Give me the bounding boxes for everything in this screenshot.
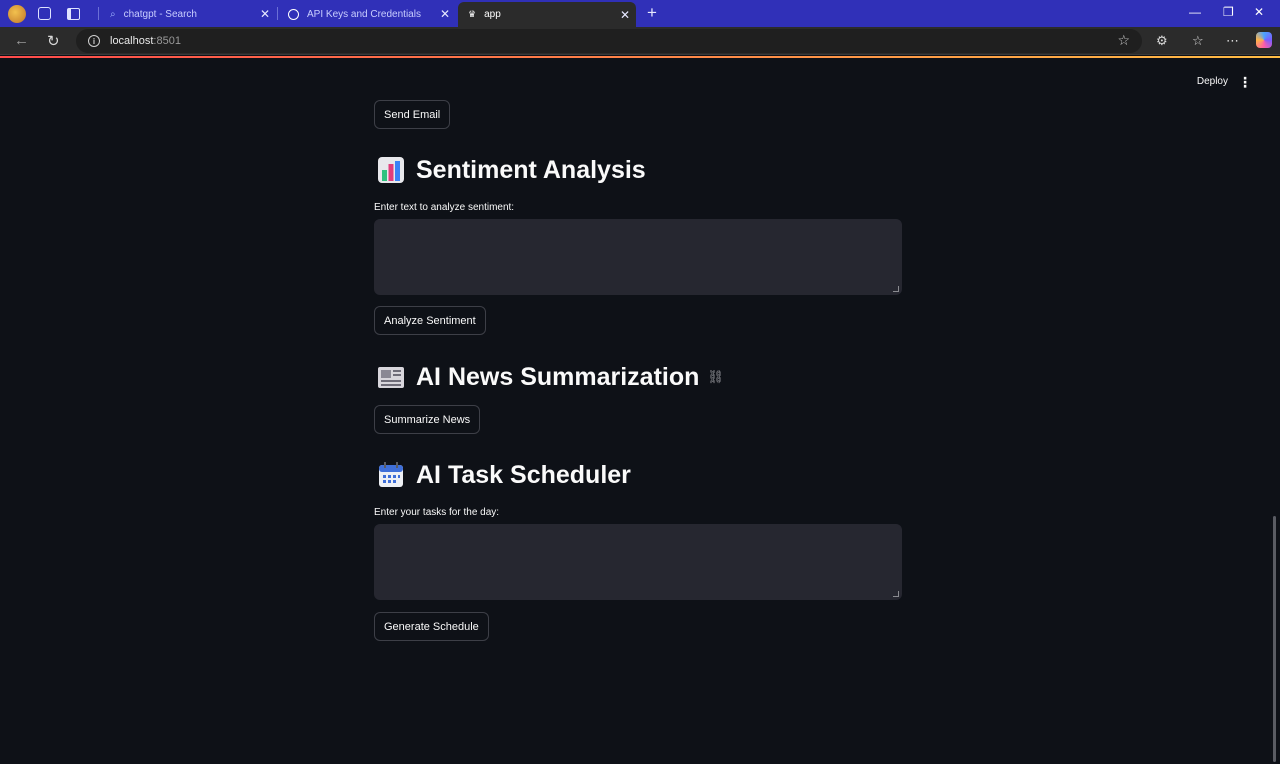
tab-title: app xyxy=(484,9,501,20)
tab-chatgpt-search[interactable]: ⌕ chatgpt - Search ✕ xyxy=(100,3,276,25)
news-summarization-header: AI News Summarization ⛓ xyxy=(376,359,724,395)
url-host: localhost xyxy=(110,35,154,47)
tab-title: API Keys and Credentials xyxy=(307,8,421,20)
bar-chart-icon xyxy=(376,155,406,185)
scheduler-textarea[interactable] xyxy=(374,524,902,600)
newspaper-icon xyxy=(376,362,406,392)
sentiment-input-label: Enter text to analyze sentiment: xyxy=(374,202,515,213)
extensions-icon[interactable]: ⚙ xyxy=(1156,33,1168,49)
summarize-news-button[interactable]: Summarize News xyxy=(374,405,481,434)
favorite-star-icon[interactable]: ☆ xyxy=(1117,32,1130,49)
scrollbar[interactable] xyxy=(1273,516,1276,762)
section-title: Sentiment Analysis xyxy=(416,155,646,184)
tab-separator xyxy=(98,7,99,20)
streamlit-logo-icon: ♛ xyxy=(468,9,477,19)
refresh-icon[interactable]: ↻ xyxy=(47,32,60,50)
openai-logo-icon xyxy=(288,8,299,20)
streamlit-app: Deploy ⋮ Send Email Sentiment Analysis E… xyxy=(0,58,1280,764)
favorites-icon[interactable]: ☆ xyxy=(1192,33,1204,49)
workspaces-icon[interactable] xyxy=(38,7,51,20)
deploy-button[interactable]: Deploy xyxy=(1197,76,1228,87)
anchor-link-icon[interactable]: ⛓ xyxy=(707,369,724,385)
back-arrow-icon[interactable]: ← xyxy=(14,32,29,49)
minimize-icon[interactable]: — xyxy=(1189,5,1201,19)
sentiment-textarea[interactable] xyxy=(374,219,902,295)
calendar-icon xyxy=(376,460,406,490)
scheduler-input-label: Enter your tasks for the day: xyxy=(374,507,500,518)
url-omnibox[interactable]: i localhost :8501 ☆ xyxy=(76,29,1142,53)
generate-schedule-button[interactable]: Generate Schedule xyxy=(374,612,489,641)
close-tab-icon[interactable]: ✕ xyxy=(620,8,630,22)
tab-api-keys[interactable]: API Keys and Credentials ✕ xyxy=(278,3,456,25)
restore-icon[interactable]: ❐ xyxy=(1223,5,1234,19)
tab-actions-icon[interactable] xyxy=(67,7,80,20)
analyze-sentiment-button[interactable]: Analyze Sentiment xyxy=(374,306,486,335)
tab-app[interactable]: ♛ app ✕ xyxy=(458,2,636,27)
site-info-icon[interactable]: i xyxy=(88,35,100,47)
plus-icon[interactable]: + xyxy=(647,3,657,23)
sentiment-analysis-header: Sentiment Analysis xyxy=(376,152,646,188)
url-port: :8501 xyxy=(153,35,181,47)
resize-handle-icon[interactable] xyxy=(893,591,899,597)
close-tab-icon[interactable]: ✕ xyxy=(440,7,450,21)
copilot-icon[interactable] xyxy=(1256,32,1272,48)
address-bar: ← ↻ i localhost :8501 ☆ ⚙ ☆ ⋯ xyxy=(0,27,1280,55)
section-title: AI Task Scheduler xyxy=(416,460,631,489)
task-scheduler-header: AI Task Scheduler xyxy=(376,457,631,493)
section-title: AI News Summarization xyxy=(416,362,700,391)
more-menu-icon[interactable]: ⋯ xyxy=(1226,33,1239,49)
search-icon: ⌕ xyxy=(110,8,116,20)
close-tab-icon[interactable]: ✕ xyxy=(260,7,270,21)
kebab-menu-icon[interactable]: ⋮ xyxy=(1238,74,1252,91)
profile-avatar[interactable] xyxy=(8,4,26,23)
send-email-button[interactable]: Send Email xyxy=(374,100,451,129)
close-icon[interactable]: ✕ xyxy=(1254,5,1264,19)
resize-handle-icon[interactable] xyxy=(893,286,899,292)
tab-title: chatgpt - Search xyxy=(123,8,197,20)
browser-tab-bar: ⌕ chatgpt - Search ✕ API Keys and Creden… xyxy=(0,0,1280,27)
